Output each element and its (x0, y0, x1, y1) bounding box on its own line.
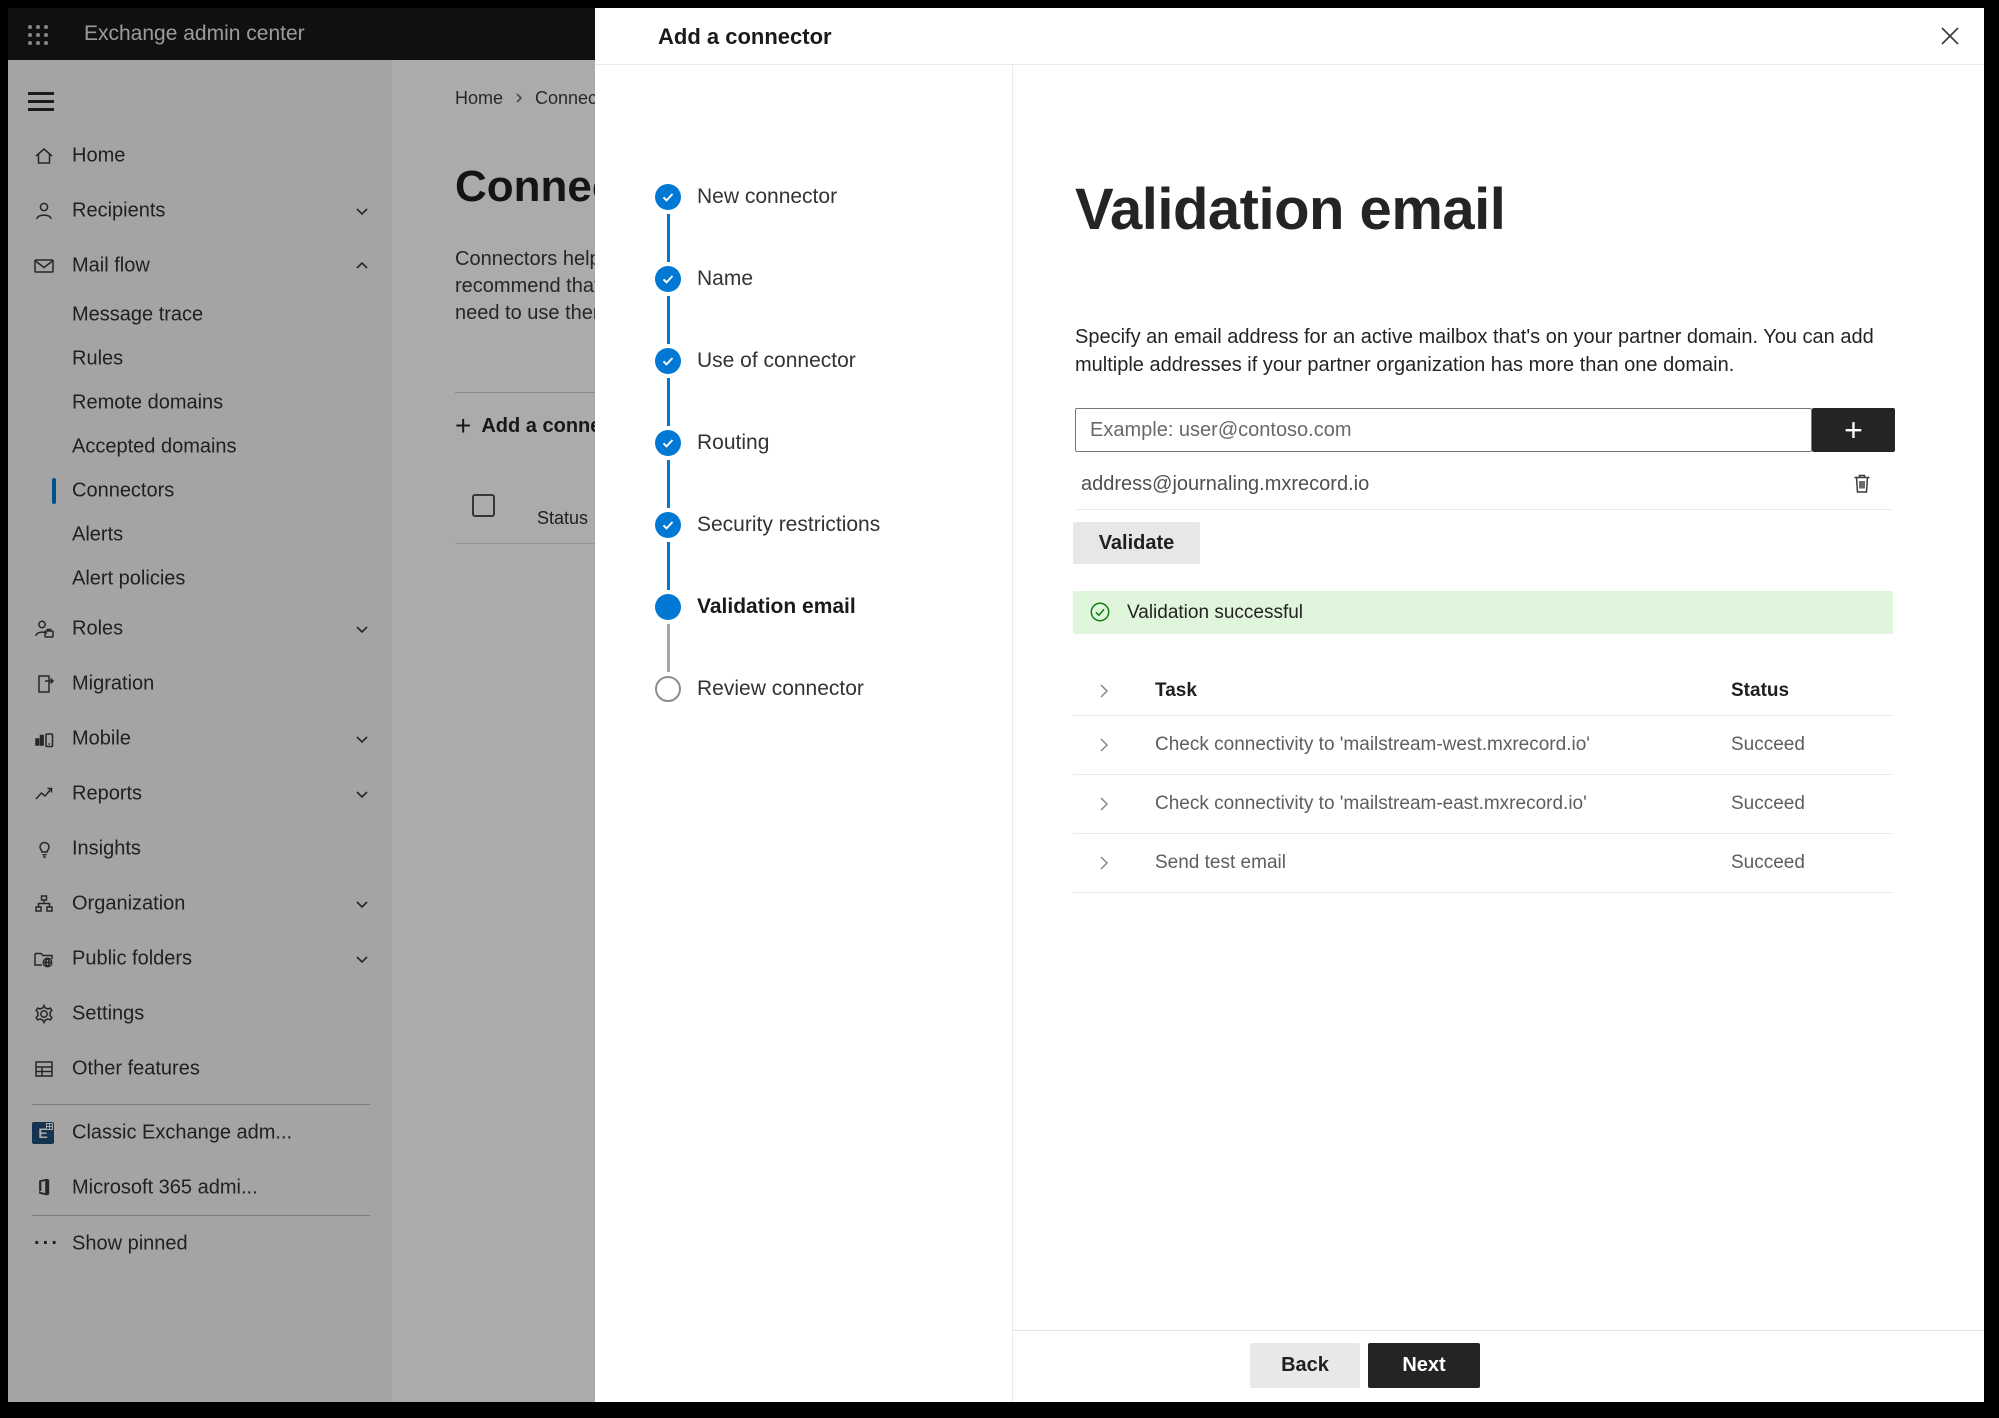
step-current-icon (655, 594, 681, 620)
status-value: Succeed (1731, 734, 1805, 755)
panel-header: Add a connector (595, 8, 1984, 65)
step-description: Specify an email address for an active m… (1075, 326, 1874, 376)
plus-icon: + (1844, 412, 1863, 448)
delete-address-button[interactable] (1847, 469, 1877, 499)
stepper-connector-line (666, 296, 670, 344)
wizard-stepper: New connector Name Use of connector Rout… (595, 65, 1013, 1402)
chevron-right-icon[interactable] (1095, 736, 1113, 754)
step-completed-icon (655, 430, 681, 456)
address-list-item: address@journaling.mxrecord.io (1075, 460, 1893, 508)
close-icon (1939, 26, 1961, 50)
step-upcoming-icon (655, 676, 681, 702)
trash-icon (1850, 474, 1874, 498)
step-completed-icon (655, 184, 681, 210)
success-check-icon (1089, 601, 1111, 623)
status-value: Succeed (1731, 793, 1805, 814)
step-completed-icon (655, 266, 681, 292)
panel-title: Add a connector (658, 24, 832, 49)
email-address-input[interactable] (1075, 408, 1812, 452)
chevron-right-icon[interactable] (1095, 682, 1113, 700)
stepper-connector-line (666, 214, 670, 262)
task-column-header: Task (1155, 679, 1197, 701)
exchange-admin-app: Exchange admin center Home Recipients Ma… (8, 8, 1984, 1402)
divider (1075, 509, 1893, 510)
address-text: address@journaling.mxrecord.io (1081, 473, 1370, 495)
success-banner: Validation successful (1073, 591, 1893, 634)
add-connector-panel: Add a connector New connector Name Use o… (595, 8, 1984, 1402)
table-row[interactable]: Check connectivity to 'mailstream-west.m… (1073, 716, 1893, 775)
validation-results-table: Task Status Check connectivity to 'mails… (1073, 666, 1893, 893)
success-message: Validation successful (1127, 602, 1304, 623)
chevron-right-icon[interactable] (1095, 854, 1113, 872)
status-value: Succeed (1731, 852, 1805, 873)
step-completed-icon (655, 512, 681, 538)
stepper-connector-line (666, 542, 670, 590)
stepper-connector-line (666, 460, 670, 508)
divider (1013, 1330, 1984, 1331)
step-completed-icon (655, 348, 681, 374)
back-button[interactable]: Back (1250, 1343, 1360, 1388)
add-address-button[interactable]: + (1812, 408, 1895, 452)
table-row[interactable]: Check connectivity to 'mailstream-east.m… (1073, 775, 1893, 834)
status-column-header: Status (1731, 679, 1790, 701)
next-button[interactable]: Next (1368, 1343, 1480, 1388)
validate-button[interactable]: Validate (1073, 522, 1200, 564)
step-heading: Validation email (1075, 177, 1506, 242)
table-row[interactable]: Send test email Succeed (1073, 834, 1893, 893)
chevron-right-icon[interactable] (1095, 795, 1113, 813)
stepper-connector-line (666, 624, 670, 672)
stepper-connector-line (666, 378, 670, 426)
close-button[interactable] (1934, 21, 1966, 53)
table-header-row: Task Status (1073, 666, 1893, 716)
